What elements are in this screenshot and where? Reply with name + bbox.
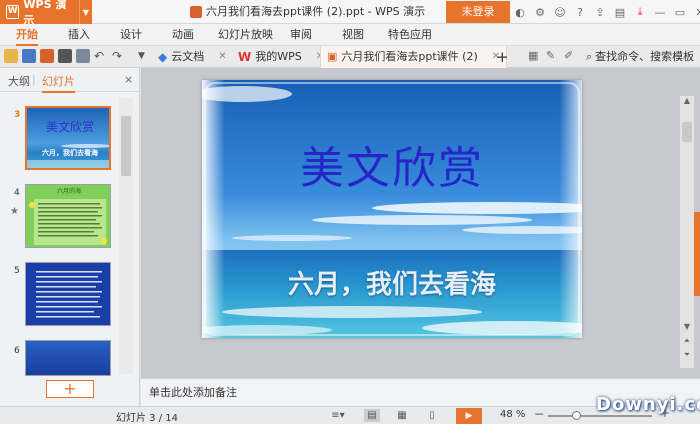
slide-number: 4	[14, 188, 20, 198]
watermark: Downyi.com	[596, 394, 700, 415]
tab-slides[interactable]: 幻灯片	[42, 73, 75, 93]
menu-animation[interactable]: 动画	[172, 24, 194, 46]
slide-thumbnail-4[interactable]: 六月的海	[25, 184, 111, 248]
ppt-file-icon: ▣	[327, 50, 338, 63]
slide-thumbnail-6-preview	[26, 341, 110, 375]
save-icon[interactable]	[22, 49, 36, 63]
tool-a-icon[interactable]: ✎	[546, 49, 560, 63]
thumbnail-subtitle: 六月，我们去看海	[42, 149, 98, 157]
tab-my-wps-label: 我的WPS	[255, 50, 302, 63]
menu-slideshow[interactable]: 幻灯片放映	[218, 24, 273, 46]
window-controls: ◐ ⚙ ☺ ? ⇪ ▤ ⤓ — ▭ ✕	[514, 0, 700, 24]
next-slide-icon[interactable]: ⏷	[680, 350, 694, 360]
app-menu-button[interactable]: W WPS 演示 ▼	[0, 0, 92, 27]
panel-close-icon[interactable]: ×	[124, 73, 133, 86]
slide-counter: 幻灯片 3 / 14	[116, 413, 178, 424]
tab-current-label: 六月我们看海去ppt课件 (2)	[341, 50, 478, 63]
slide-thumbnail-5-preview	[26, 263, 110, 325]
settings-icon[interactable]: ⚙	[534, 6, 546, 19]
menu-view[interactable]: 视图	[342, 24, 364, 46]
prev-slide-icon[interactable]: ⏶	[680, 336, 694, 346]
scroll-up-icon[interactable]: ▲	[680, 96, 694, 105]
command-search-placeholder: 查找命令、搜索模板	[595, 50, 695, 63]
slide-thumbnail-6[interactable]	[25, 340, 111, 376]
skin-icon[interactable]: ◐	[514, 6, 526, 19]
command-search[interactable]: ⌕ 查找命令、搜索模板	[586, 46, 694, 68]
export-pdf-icon[interactable]	[40, 49, 54, 63]
slide-number: 6	[14, 346, 20, 356]
login-button[interactable]: 未登录	[446, 1, 510, 23]
thumbnail-title: 美文欣赏	[45, 120, 94, 134]
add-slide-button[interactable]: +	[46, 380, 94, 398]
tool-b-icon[interactable]: ✐	[564, 49, 578, 63]
zoom-slider[interactable]	[548, 415, 652, 417]
print-icon[interactable]	[58, 49, 72, 63]
document-title-text: 六月我们看海去ppt课件 (2).ppt - WPS 演示	[206, 5, 426, 18]
normal-view-icon[interactable]: ▤	[364, 409, 380, 422]
new-tab-button[interactable]: +	[496, 46, 509, 68]
help-icon[interactable]: ?	[574, 6, 586, 19]
search-icon: ⌕	[586, 50, 593, 63]
screen-record-icon[interactable]: ▦	[528, 49, 542, 63]
tab-current-document[interactable]: ▣ 六月我们看海去ppt课件 (2) ✕	[320, 46, 508, 68]
redo-icon[interactable]: ↷	[112, 49, 126, 63]
close-icon[interactable]: ✕	[218, 46, 226, 68]
slide-subtitle[interactable]: 六月，我们去看海	[202, 264, 582, 301]
customize-toolbar-icon[interactable]: ▼	[138, 49, 152, 63]
zoom-out-icon[interactable]: −	[534, 407, 544, 421]
status-bar: 幻灯片 3 / 14 ≡▾ ▤ ▦ ▯ ▶ 48 % − +	[0, 406, 700, 424]
slides-panel: 大纲 | 幻灯片 × 3 美文欣赏 六月，我们去看海 4 ★ 六月的海 5 6 …	[0, 68, 140, 406]
close-icon[interactable]: ✕	[694, 6, 700, 19]
menu-home[interactable]: 开始	[16, 24, 38, 46]
menu-special[interactable]: 特色应用	[388, 24, 432, 46]
minimize-icon[interactable]: —	[654, 6, 666, 19]
panel-tabs: 大纲 | 幻灯片 ×	[0, 68, 140, 93]
canvas-scrollbar[interactable]: ▲ ▼ ⏶ ⏷	[680, 96, 694, 368]
play-slideshow-button[interactable]: ▶	[456, 408, 482, 424]
slide-number: 5	[14, 266, 20, 276]
slide-sorter-icon[interactable]: ▦	[394, 409, 410, 422]
cloud-icon: ◆	[158, 50, 168, 64]
menu-insert[interactable]: 插入	[68, 24, 90, 46]
panel-scrollbar[interactable]	[119, 98, 133, 374]
tab-cloud-docs-label: 云文档	[171, 50, 205, 63]
zoom-slider-handle[interactable]	[572, 411, 582, 420]
share-icon[interactable]: ⇪	[594, 6, 606, 19]
panel-scrollbar-thumb[interactable]	[121, 116, 131, 176]
zoom-level[interactable]: 48 %	[500, 409, 525, 420]
wps-logo-icon: W	[6, 5, 20, 19]
download-icon[interactable]: ⤓	[634, 5, 646, 19]
thumbnail-title: 六月的海	[56, 188, 81, 195]
wps-icon: W	[238, 50, 252, 64]
undo-icon[interactable]: ↶	[94, 49, 108, 63]
ribbon-menu: 开始 插入 设计 动画 幻灯片放映 审阅 视图 特色应用	[0, 24, 700, 46]
slide-number: 3	[14, 110, 21, 120]
slide-thumbnail-5[interactable]	[25, 262, 111, 326]
print-preview-icon[interactable]	[76, 49, 90, 63]
chevron-down-icon[interactable]: ▼	[78, 0, 92, 24]
notes-toggle-icon[interactable]: ≡▾	[330, 409, 346, 422]
ppt-file-icon	[190, 6, 202, 18]
side-panel-handle[interactable]	[694, 212, 700, 296]
menu-design[interactable]: 设计	[120, 24, 142, 46]
feedback-icon[interactable]: ☺	[554, 6, 566, 19]
panel-tab-separator: |	[32, 73, 36, 86]
menu-review[interactable]: 审阅	[290, 24, 312, 46]
current-slide[interactable]: 美文欣赏 六月，我们去看海	[202, 80, 582, 338]
arrange-icon[interactable]: ▤	[614, 6, 626, 19]
scroll-down-icon[interactable]: ▼	[680, 322, 694, 331]
slide-thumbnail-3[interactable]: 美文欣赏 六月，我们去看海	[25, 106, 111, 170]
reading-view-icon[interactable]: ▯	[424, 409, 440, 422]
slide-title[interactable]: 美文欣赏	[202, 132, 582, 196]
maximize-icon[interactable]: ▭	[674, 6, 686, 19]
tab-cloud-docs[interactable]: ◆ 云文档 ✕	[158, 46, 227, 68]
open-folder-icon[interactable]	[4, 49, 18, 63]
animation-star-icon: ★	[10, 206, 19, 217]
tab-outline[interactable]: 大纲	[8, 73, 30, 89]
canvas-scrollbar-thumb[interactable]	[682, 122, 692, 142]
tab-my-wps[interactable]: W 我的WPS ✕	[238, 46, 324, 68]
quick-access-toolbar: ↶ ↷ ▼ ◆ 云文档 ✕ W 我的WPS ✕ ▣ 六月我们看海去ppt课件 (…	[0, 46, 700, 68]
title-bar: W WPS 演示 ▼ 六月我们看海去ppt课件 (2).ppt - WPS 演示…	[0, 0, 700, 27]
document-title: 六月我们看海去ppt课件 (2).ppt - WPS 演示	[190, 0, 425, 24]
